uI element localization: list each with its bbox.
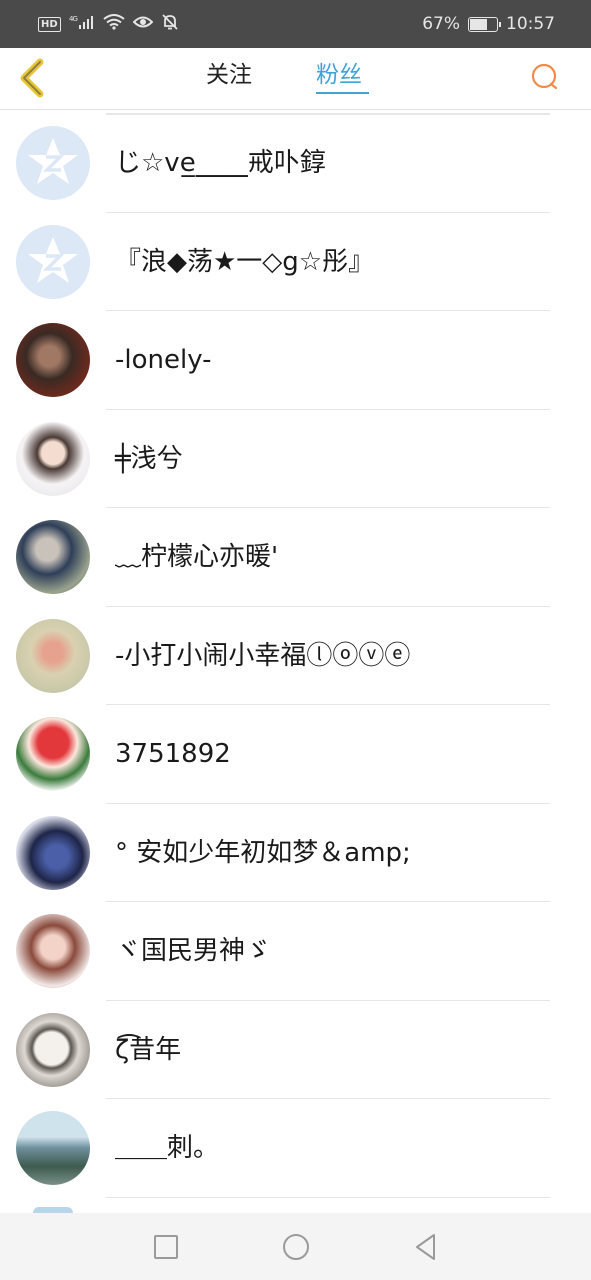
user-avatar [16, 1012, 90, 1087]
signal-icon: 4G [69, 14, 95, 34]
user-avatar [16, 421, 90, 496]
fan-name: -小打小闹小幸福ⓛⓞⓥⓔ [115, 640, 411, 671]
fan-row[interactable]: -小打小闹小幸福ⓛⓞⓥⓔ [0, 607, 591, 705]
tab-following[interactable]: 关注 [206, 60, 252, 90]
default-avatar-icon [16, 224, 90, 299]
circle-icon [282, 1233, 309, 1260]
home-button[interactable] [281, 1232, 311, 1262]
triangle-back-icon [415, 1233, 435, 1260]
header-bar: 关注 粉丝 [0, 48, 591, 110]
back-nav-button[interactable] [411, 1232, 441, 1262]
row-divider [106, 1196, 550, 1198]
network-label: 4G [69, 15, 77, 23]
fan-name: ° 安如少年初如梦＆amp; [115, 837, 411, 868]
battery-percent: 67% [422, 14, 460, 34]
back-button[interactable] [14, 56, 54, 102]
square-icon [153, 1234, 178, 1259]
system-nav-bar [0, 1213, 591, 1280]
fan-row[interactable]: じ☆ve̲_̲_̲_̲_̲戒卟錞 [0, 114, 591, 213]
fan-name: ╪浅兮 [115, 443, 183, 474]
hd-badge: HD [38, 16, 61, 32]
user-avatar [16, 1111, 90, 1185]
clock: 10:57 [506, 14, 555, 34]
user-avatar [16, 717, 90, 791]
recent-apps-button[interactable] [151, 1232, 181, 1262]
user-avatar [16, 520, 90, 594]
chevron-left-icon [20, 58, 44, 98]
user-avatar [16, 323, 90, 397]
fan-name: ζ͡昔年 [115, 1034, 182, 1065]
user-avatar [16, 618, 90, 693]
fan-name: ﹏柠檬心亦暖' [115, 542, 279, 572]
eye-comfort-icon [132, 14, 154, 34]
search-button[interactable] [528, 60, 562, 94]
fan-name: じ☆ve̲_̲_̲_̲_̲戒卟錞 [115, 148, 326, 178]
user-avatar [16, 815, 90, 890]
fan-name: -lonely- [115, 345, 212, 375]
mute-bell-icon [161, 13, 179, 36]
battery-icon [468, 16, 501, 32]
fan-name: ヾ国民男神ゞ [115, 936, 272, 966]
fan-name: 3751892 [115, 739, 231, 769]
user-avatar [16, 914, 90, 988]
fan-row[interactable]: ζ͡昔年 [0, 1001, 591, 1099]
fan-row[interactable]: ╪浅兮 [0, 410, 591, 508]
fan-name: ＿＿刺。 [115, 1133, 220, 1163]
fan-row[interactable]: ヾ国民男神ゞ [0, 902, 591, 1001]
wifi-icon [103, 13, 125, 35]
fan-row[interactable]: -lonely- [0, 311, 591, 410]
fan-row[interactable]: 『浪◆荡★一◇g☆彤』 [0, 213, 591, 311]
fan-name: 『浪◆荡★一◇g☆彤』 [115, 246, 375, 277]
default-avatar-icon [16, 126, 90, 200]
active-tab-indicator [316, 92, 369, 94]
fan-row[interactable]: ﹏柠檬心亦暖' [0, 508, 591, 607]
status-bar: HD 4G 67% 10:57 [0, 0, 591, 48]
fan-row[interactable]: 3751892 [0, 705, 591, 804]
fan-row[interactable]: ＿＿刺。 [0, 1099, 591, 1198]
status-icons-left: HD 4G [38, 13, 179, 36]
search-icon [531, 63, 558, 90]
tab-fans[interactable]: 粉丝 [316, 60, 362, 90]
fans-list: じ☆ve̲_̲_̲_̲_̲戒卟錞 『浪◆荡★一◇g☆彤』 -lonely- ╪浅… [0, 114, 591, 1198]
fan-row[interactable]: ° 安如少年初如梦＆amp; [0, 804, 591, 902]
status-icons-right: 67% 10:57 [422, 14, 555, 34]
battery-fill [470, 18, 487, 30]
